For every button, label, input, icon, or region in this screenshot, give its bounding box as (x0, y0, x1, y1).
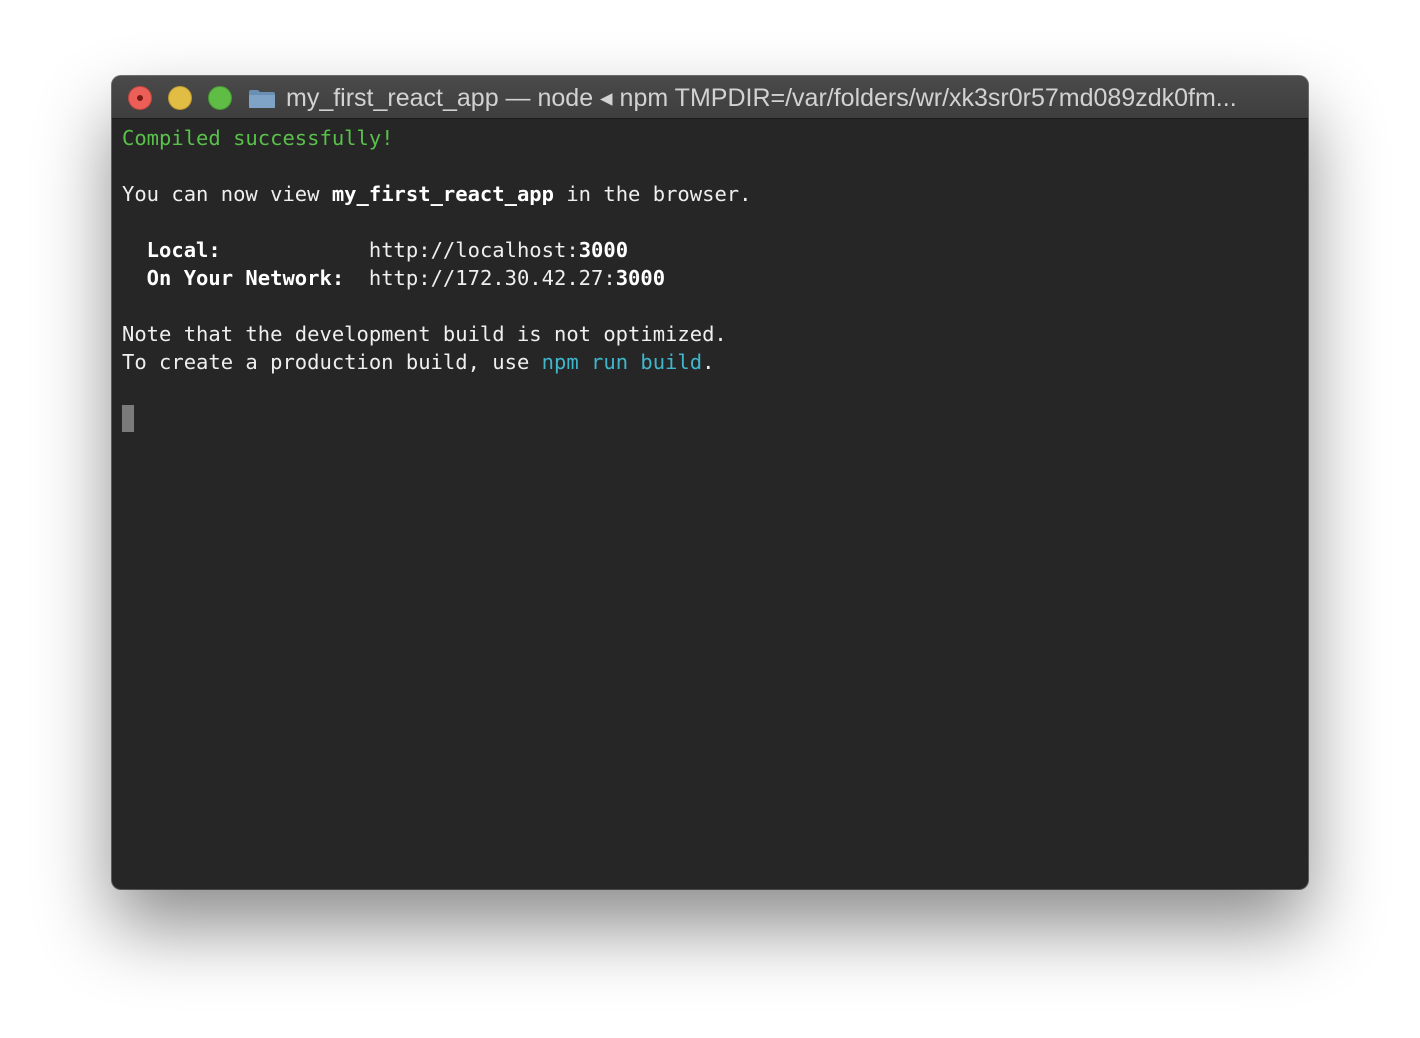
terminal-cursor (122, 405, 134, 432)
production-build-suffix: . (702, 350, 715, 374)
folder-icon (249, 90, 275, 108)
title-bar[interactable]: my_first_react_app — node ◂ npm TMPDIR=/… (112, 76, 1308, 119)
minimize-window-button[interactable] (168, 86, 192, 110)
window-title: my_first_react_app — node ◂ npm TMPDIR=/… (286, 84, 1237, 112)
local-url-line: Local: http://localhost:3000 (122, 236, 1292, 264)
network-label: On Your Network: (122, 266, 345, 290)
terminal-window: my_first_react_app — node ◂ npm TMPDIR=/… (112, 76, 1308, 889)
zoom-window-button[interactable] (208, 86, 232, 110)
compiled-message: Compiled successfully! (122, 126, 394, 150)
production-build-prefix: To create a production build, use (122, 350, 542, 374)
close-window-button[interactable] (128, 86, 152, 110)
view-app-prefix: You can now view (122, 182, 332, 206)
local-label: Local: (122, 238, 221, 262)
terminal-output[interactable]: Compiled successfully! You can now view … (122, 124, 1292, 376)
local-padding (221, 238, 369, 262)
network-port[interactable]: 3000 (616, 266, 665, 290)
local-url[interactable]: http://localhost: (369, 238, 579, 262)
production-build-line: To create a production build, use npm ru… (122, 348, 1292, 376)
network-padding (344, 266, 369, 290)
network-url-line: On Your Network: http://172.30.42.27:300… (122, 264, 1292, 292)
view-app-line: You can now view my_first_react_app in t… (122, 180, 1292, 208)
view-app-suffix: in the browser. (554, 182, 752, 206)
network-url[interactable]: http://172.30.42.27: (369, 266, 616, 290)
local-port[interactable]: 3000 (579, 238, 628, 262)
note-line: Note that the development build is not o… (122, 322, 727, 346)
build-command: npm run build (541, 350, 703, 374)
app-name: my_first_react_app (331, 182, 554, 206)
